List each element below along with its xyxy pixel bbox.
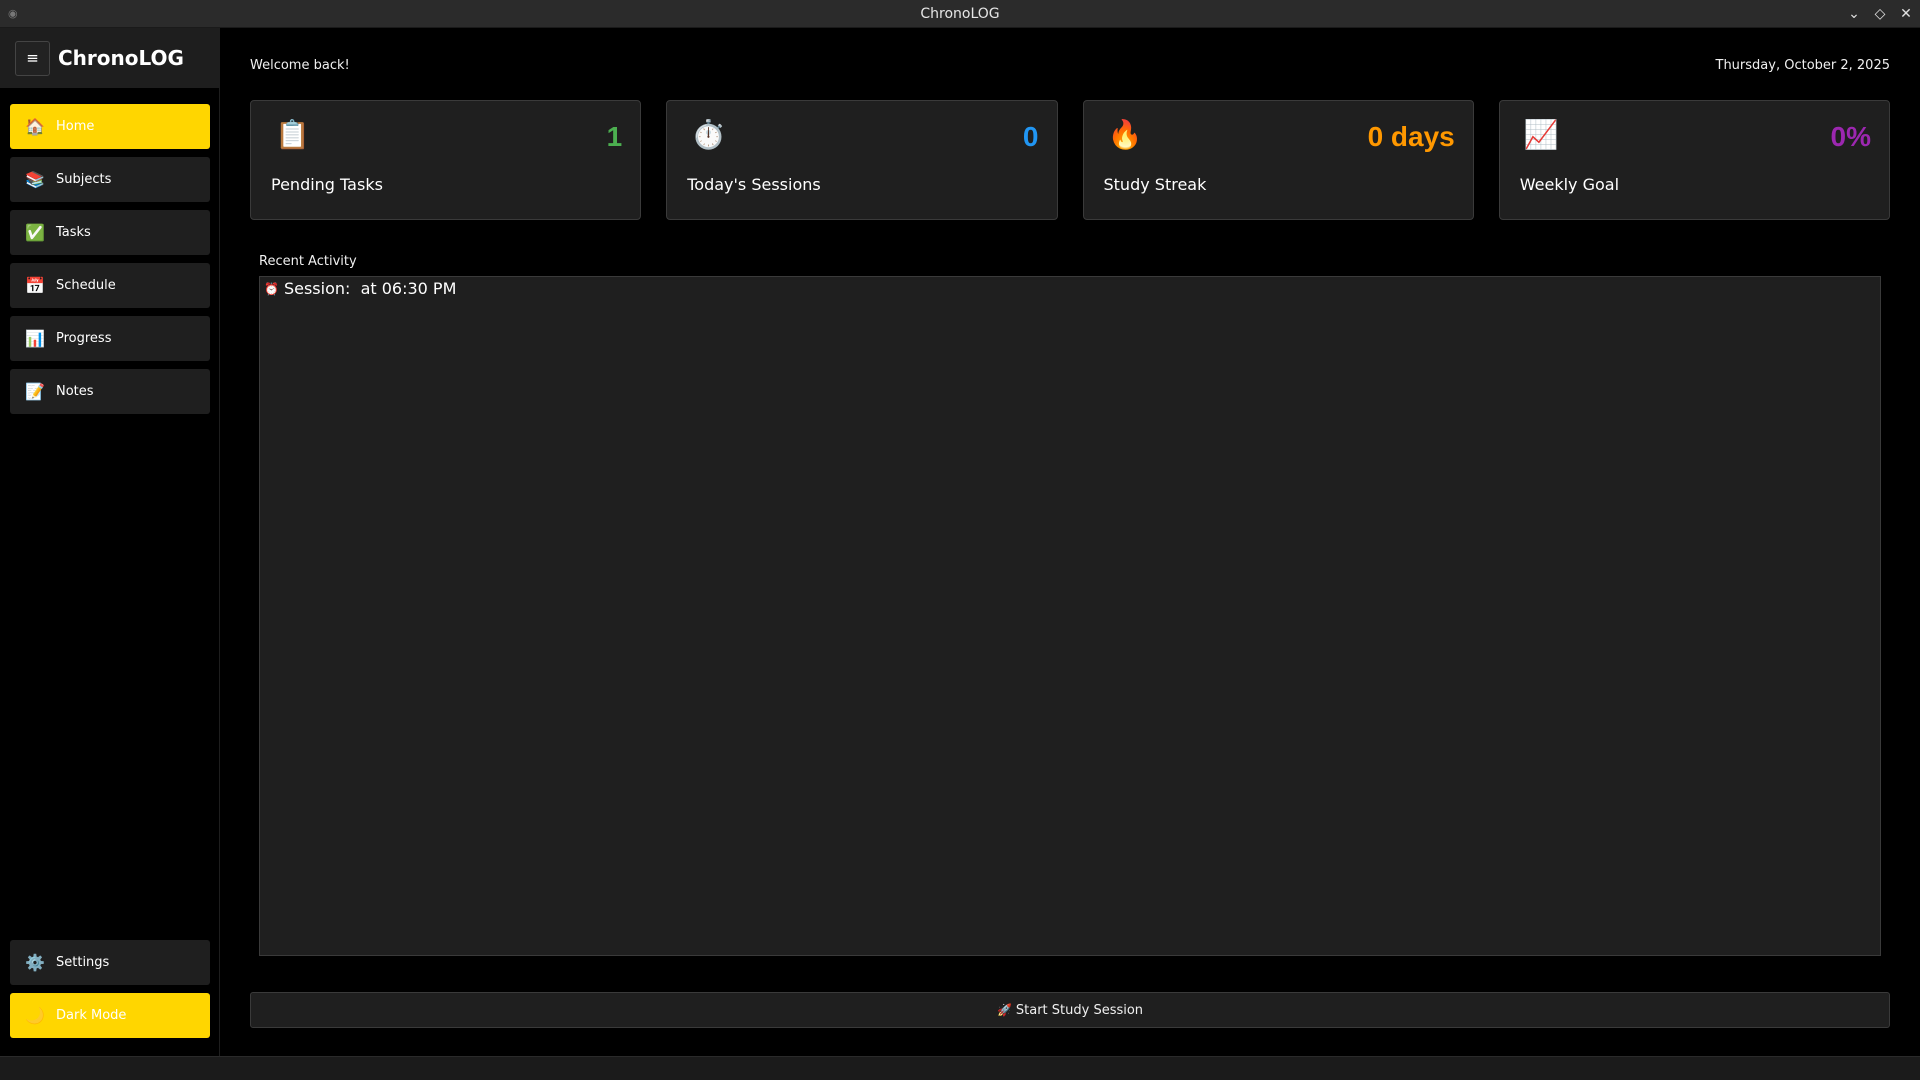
hamburger-icon: ≡ — [26, 49, 39, 67]
welcome-text: Welcome back! — [250, 58, 350, 73]
books-icon: 📚 — [25, 170, 45, 189]
main-content: Welcome back! Thursday, October 2, 2025 … — [220, 28, 1920, 1056]
window-titlebar: ◉ ChronoLOG ⌄ ◇ ✕ — [0, 0, 1920, 28]
study-streak-value: 0 days — [1367, 121, 1455, 152]
sidebar-item-home[interactable]: 🏠 Home — [10, 104, 210, 149]
start-study-session-button[interactable]: 🚀 Start Study Session — [250, 992, 1890, 1028]
bar-chart-icon: 📊 — [25, 329, 45, 348]
sidebar-header: ≡ ChronoLOG — [0, 28, 219, 88]
gear-icon: ⚙️ — [25, 953, 45, 972]
dark-mode-label: Dark Mode — [56, 1008, 127, 1023]
activity-text: Session: at 06:30 PM — [283, 279, 457, 298]
hamburger-menu-button[interactable]: ≡ — [15, 40, 50, 76]
stats-cards: 📋 1 Pending Tasks ⏱️ 0 Today's Sessions … — [250, 100, 1890, 220]
alarm-clock-icon: ⏰ — [264, 281, 279, 296]
clipboard-icon: 📋 — [275, 118, 310, 151]
sidebar-item-progress[interactable]: 📊 Progress — [10, 316, 210, 361]
sidebar-item-settings[interactable]: ⚙️ Settings — [10, 940, 210, 985]
recent-activity-list[interactable]: ⏰ Session: at 06:30 PM — [259, 276, 1881, 956]
list-item[interactable]: ⏰ Session: at 06:30 PM — [264, 279, 456, 298]
calendar-icon: 📅 — [25, 276, 45, 295]
sidebar-item-subjects[interactable]: 📚 Subjects — [10, 157, 210, 202]
sidebar-item-label: Subjects — [56, 172, 112, 187]
recent-activity-title: Recent Activity — [259, 254, 357, 269]
sidebar-item-notes[interactable]: 📝 Notes — [10, 369, 210, 414]
memo-icon: 📝 — [25, 382, 45, 401]
window-title: ChronoLOG — [920, 6, 1000, 22]
minimize-icon[interactable]: ⌄ — [1844, 4, 1864, 24]
dark-mode-toggle[interactable]: 🌙 Dark Mode — [10, 993, 210, 1038]
status-bar — [0, 1056, 1920, 1080]
stopwatch-icon: ⏱️ — [691, 118, 727, 151]
moon-icon: 🌙 — [25, 1006, 45, 1025]
check-mark-icon: ✅ — [25, 223, 45, 242]
home-icon: 🏠 — [25, 117, 45, 136]
sidebar-item-label: Home — [56, 119, 95, 134]
pending-tasks-value: 1 — [606, 121, 623, 152]
weekly-goal-card: 📈 0% Weekly Goal — [1498, 100, 1890, 220]
sidebar: ≡ ChronoLOG 🏠 Home 📚 Subjects ✅ Tasks 📅 … — [0, 28, 220, 1056]
sidebar-item-label: Tasks — [56, 225, 91, 240]
window-controls: ⌄ ◇ ✕ — [1844, 0, 1916, 28]
fire-icon: 🔥 — [1107, 118, 1143, 151]
maximize-icon[interactable]: ◇ — [1870, 4, 1890, 24]
weekly-goal-value: 0% — [1830, 121, 1871, 152]
sidebar-item-label: Notes — [56, 384, 94, 399]
pending-tasks-label: Pending Tasks — [271, 175, 383, 194]
sidebar-item-label: Progress — [56, 331, 112, 346]
pending-tasks-card: 📋 1 Pending Tasks — [250, 100, 642, 220]
start-study-session-label: Start Study Session — [1015, 1002, 1144, 1018]
current-date: Thursday, October 2, 2025 — [1715, 58, 1891, 73]
todays-sessions-label: Today's Sessions — [687, 175, 821, 194]
study-streak-label: Study Streak — [1103, 175, 1207, 194]
sidebar-item-label: Schedule — [56, 278, 116, 293]
close-icon[interactable]: ✕ — [1896, 4, 1916, 24]
sidebar-nav: 🏠 Home 📚 Subjects ✅ Tasks 📅 Schedule 📊 P… — [10, 104, 210, 422]
study-streak-card: 🔥 0 days Study Streak — [1082, 100, 1474, 220]
sidebar-item-tasks[interactable]: ✅ Tasks — [10, 210, 210, 255]
sidebar-item-label: Settings — [56, 955, 110, 970]
app-brand: ChronoLOG — [58, 46, 184, 70]
todays-sessions-value: 0 — [1022, 121, 1039, 152]
sidebar-item-schedule[interactable]: 📅 Schedule — [10, 263, 210, 308]
todays-sessions-card: ⏱️ 0 Today's Sessions — [666, 100, 1058, 220]
rocket-icon: 🚀 — [996, 1003, 1012, 1017]
weekly-goal-label: Weekly Goal — [1519, 175, 1620, 194]
sidebar-bottom: ⚙️ Settings 🌙 Dark Mode — [10, 940, 210, 1046]
trend-chart-icon: 📈 — [1523, 118, 1559, 151]
